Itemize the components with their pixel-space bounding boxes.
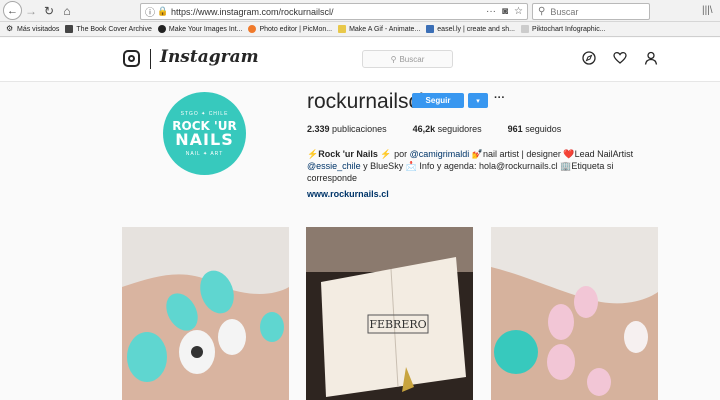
url-bar[interactable]: ⓘ 🔒 https://www.instagram.com/rockurnail… bbox=[140, 3, 528, 20]
gif-icon bbox=[338, 25, 347, 33]
easelly-icon bbox=[426, 25, 435, 33]
home-button[interactable]: ⌂ bbox=[58, 2, 76, 20]
instagram-logo[interactable]: Instagram bbox=[160, 47, 259, 67]
arrow-right-icon: → bbox=[25, 3, 37, 18]
svg-text:FEBRERO: FEBRERO bbox=[369, 318, 426, 331]
bookmark-item[interactable]: The Book Cover Archive bbox=[65, 25, 152, 33]
bookmark-label: easel.ly | create and sh... bbox=[437, 25, 515, 33]
bio-lightning-1: ⚡ bbox=[307, 149, 319, 159]
stat-label: seguidores bbox=[437, 124, 482, 134]
browser-search-placeholder: Buscar bbox=[550, 6, 579, 17]
user-icon[interactable] bbox=[644, 51, 658, 68]
bookmark-label: The Book Cover Archive bbox=[76, 25, 152, 33]
bookmark-label: Photo editor | PicMon... bbox=[259, 25, 333, 33]
info-icon[interactable]: ⓘ bbox=[145, 4, 155, 19]
picmonkey-icon bbox=[248, 25, 257, 33]
pocket-icon[interactable]: ◙ bbox=[502, 6, 508, 17]
bookmark-item[interactable]: Piktochart Infographic... bbox=[520, 25, 606, 33]
posts-count: 2.339 publicaciones bbox=[307, 124, 387, 134]
library-icon[interactable]: |||\ bbox=[702, 5, 713, 16]
reload-icon: ↻ bbox=[43, 3, 55, 18]
post-thumbnail[interactable]: FEBRERO bbox=[306, 227, 473, 400]
stat-label: seguidos bbox=[525, 124, 562, 134]
piktochart-icon bbox=[520, 25, 529, 33]
profile-website-link[interactable]: www.rockurnails.cl bbox=[307, 189, 389, 199]
reload-button[interactable]: ↻ bbox=[40, 2, 58, 20]
home-icon: ⌂ bbox=[63, 3, 71, 18]
book-icon bbox=[65, 25, 74, 33]
bookmark-item[interactable]: Make A Gif - Animate... bbox=[338, 25, 420, 33]
instagram-search-placeholder: Buscar bbox=[399, 54, 425, 64]
post-image-nails-palm-trees bbox=[122, 227, 289, 400]
heart-icon[interactable] bbox=[613, 51, 627, 68]
bookmark-label: Make Your Images Int... bbox=[168, 25, 243, 33]
profile-username: rockurnailscl bbox=[307, 90, 424, 113]
avatar-bottom-text: NAIL ✦ ART bbox=[185, 150, 224, 157]
back-button[interactable]: ← bbox=[3, 1, 22, 20]
post-thumbnail[interactable] bbox=[122, 227, 289, 400]
bookmark-label: Make A Gif - Animate... bbox=[349, 25, 421, 33]
profile-avatar[interactable]: STGO ✦ CHILE ROCK 'UR NAILS NAIL ✦ ART bbox=[163, 92, 246, 175]
profile-bio: ⚡Rock 'ur Nails ⚡ por @camigrimaldi 💅nai… bbox=[307, 148, 657, 184]
bio-mention-camigrimaldi[interactable]: @camigrimaldi bbox=[410, 149, 470, 159]
header-divider bbox=[150, 49, 151, 69]
bio-text-2: 💅nail artist | designer ❤️Lead NailArtis… bbox=[469, 149, 634, 159]
bookmark-item[interactable]: ⚙ Más visitados bbox=[6, 25, 59, 33]
gear-icon: ⚙ bbox=[6, 24, 14, 33]
bookmark-item[interactable]: easel.ly | create and sh... bbox=[426, 25, 515, 33]
search-icon: ⚲ bbox=[538, 6, 546, 17]
bookmark-label: Piktochart Infographic... bbox=[531, 25, 606, 33]
lock-icon: 🔒 bbox=[157, 6, 169, 16]
stat-value: 961 bbox=[507, 124, 523, 134]
url-text[interactable]: https://www.instagram.com/rockurnailscl/ bbox=[171, 7, 486, 17]
suggestions-dropdown-button[interactable]: ▾ bbox=[468, 93, 488, 108]
compass-icon[interactable] bbox=[582, 51, 596, 68]
bookmarks-bar: ⚙ Más visitados The Book Cover Archive M… bbox=[0, 22, 720, 37]
avatar-top-text: STGO ✦ CHILE bbox=[180, 110, 229, 117]
bookmark-item[interactable]: Make Your Images Int... bbox=[157, 25, 243, 33]
avatar-line2: NAILS bbox=[175, 129, 234, 149]
forward-button[interactable]: → bbox=[22, 2, 40, 20]
post-thumbnail[interactable] bbox=[491, 227, 658, 400]
browser-search-input[interactable]: ⚲ Buscar bbox=[532, 3, 650, 20]
instagram-camera-icon[interactable] bbox=[123, 50, 140, 67]
stat-value: 46,2k bbox=[412, 124, 436, 134]
bio-mention-essie-chile[interactable]: @essie_chile bbox=[307, 161, 361, 171]
following-count[interactable]: 961 seguidos bbox=[508, 124, 562, 134]
bookmark-label: Más visitados bbox=[17, 25, 60, 33]
search-icon: ⚲ bbox=[390, 54, 397, 64]
bookmark-star-icon[interactable]: ☆ bbox=[514, 6, 523, 17]
follow-button[interactable]: Seguir bbox=[412, 93, 464, 108]
bio-text-1: ⚡ por bbox=[380, 149, 410, 159]
instagram-search-input[interactable]: ⚲ Buscar bbox=[362, 50, 453, 68]
page-actions-icon[interactable]: ··· bbox=[486, 6, 496, 17]
instagram-header: Instagram ⚲ Buscar bbox=[0, 38, 720, 82]
bookmark-item[interactable]: Photo editor | PicMon... bbox=[248, 25, 332, 33]
site-icon bbox=[157, 25, 166, 33]
followers-count[interactable]: 46,2k seguidores bbox=[413, 124, 482, 134]
stat-label: publicaciones bbox=[332, 124, 387, 134]
profile-stats: 2.339 publicaciones 46,2k seguidores 961… bbox=[307, 124, 587, 134]
stat-value: 2.339 bbox=[307, 124, 330, 134]
arrow-left-icon: ← bbox=[7, 4, 18, 17]
more-options-button[interactable]: ··· bbox=[494, 92, 505, 104]
post-image-notebook: FEBRERO bbox=[306, 227, 473, 400]
post-image-nails-pink bbox=[491, 227, 658, 400]
bio-name: Rock 'ur Nails bbox=[318, 149, 378, 159]
